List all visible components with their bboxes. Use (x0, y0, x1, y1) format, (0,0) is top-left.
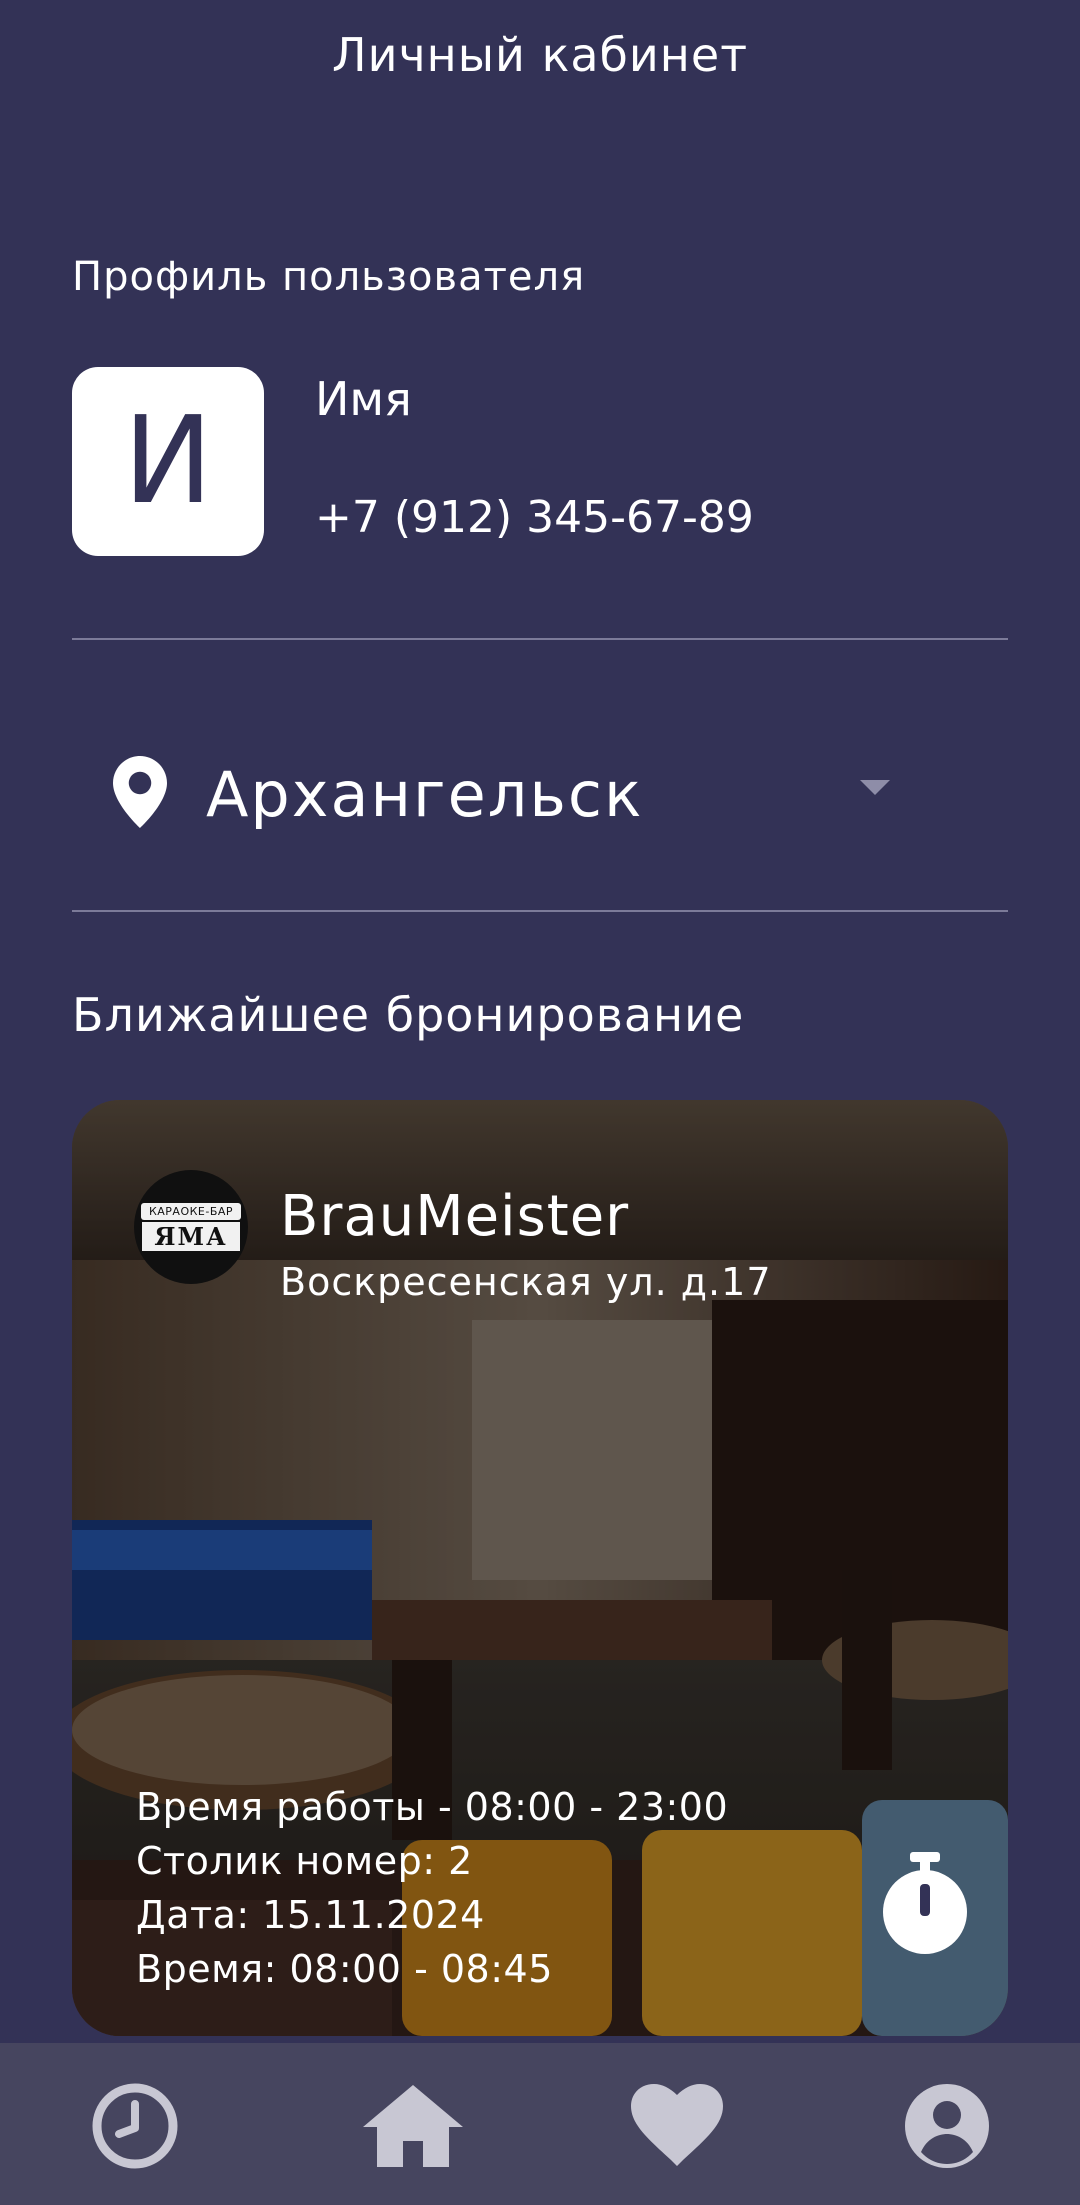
city-dropdown[interactable]: Архангельск (72, 720, 1008, 860)
booking-details: Время работы - 08:00 - 23:00 Столик номе… (136, 1780, 728, 1996)
account-icon (905, 2084, 989, 2168)
booking-time: Время: 08:00 - 08:45 (136, 1947, 553, 1991)
nav-home[interactable] (358, 2081, 468, 2171)
personal-account-screen: Личный кабинет Профиль пользователя И Им… (0, 0, 1080, 2205)
nav-history[interactable] (80, 2081, 190, 2171)
profile-section-heading: Профиль пользователя (72, 254, 586, 300)
page-title: Личный кабинет (332, 28, 748, 82)
divider (72, 638, 1008, 640)
home-icon (363, 2085, 463, 2167)
nav-favorites[interactable] (622, 2081, 732, 2171)
nav-profile[interactable] (892, 2081, 1002, 2171)
bottom-navigation (0, 2043, 1080, 2205)
clock-icon (92, 2083, 178, 2169)
booking-section-heading: Ближайшее бронирование (72, 988, 745, 1042)
location-pin-icon (113, 756, 167, 828)
stopwatch-icon (883, 1852, 967, 1954)
user-phone: +7 (912) 345-67-89 (315, 492, 754, 543)
timer-button[interactable] (880, 1852, 970, 1956)
venue-name: BrauMeister (280, 1184, 630, 1249)
booking-date: Дата: 15.11.2024 (136, 1893, 485, 1937)
booking-card[interactable]: КАРАОКЕ-БАР ЯМА BrauMeister Воскресенска… (72, 1100, 1008, 2036)
user-name: Имя (315, 372, 412, 426)
venue-address: Воскресенская ул. д.17 (280, 1260, 772, 1304)
working-hours: Время работы - 08:00 - 23:00 (136, 1785, 729, 1829)
chevron-down-icon (860, 780, 890, 795)
table-number: Столик номер: 2 (136, 1839, 473, 1883)
selected-city: Архангельск (206, 758, 644, 831)
heart-icon (631, 2084, 723, 2166)
avatar[interactable]: И (72, 367, 264, 556)
divider (72, 910, 1008, 912)
venue-logo: КАРАОКЕ-БАР ЯМА (134, 1170, 248, 1284)
